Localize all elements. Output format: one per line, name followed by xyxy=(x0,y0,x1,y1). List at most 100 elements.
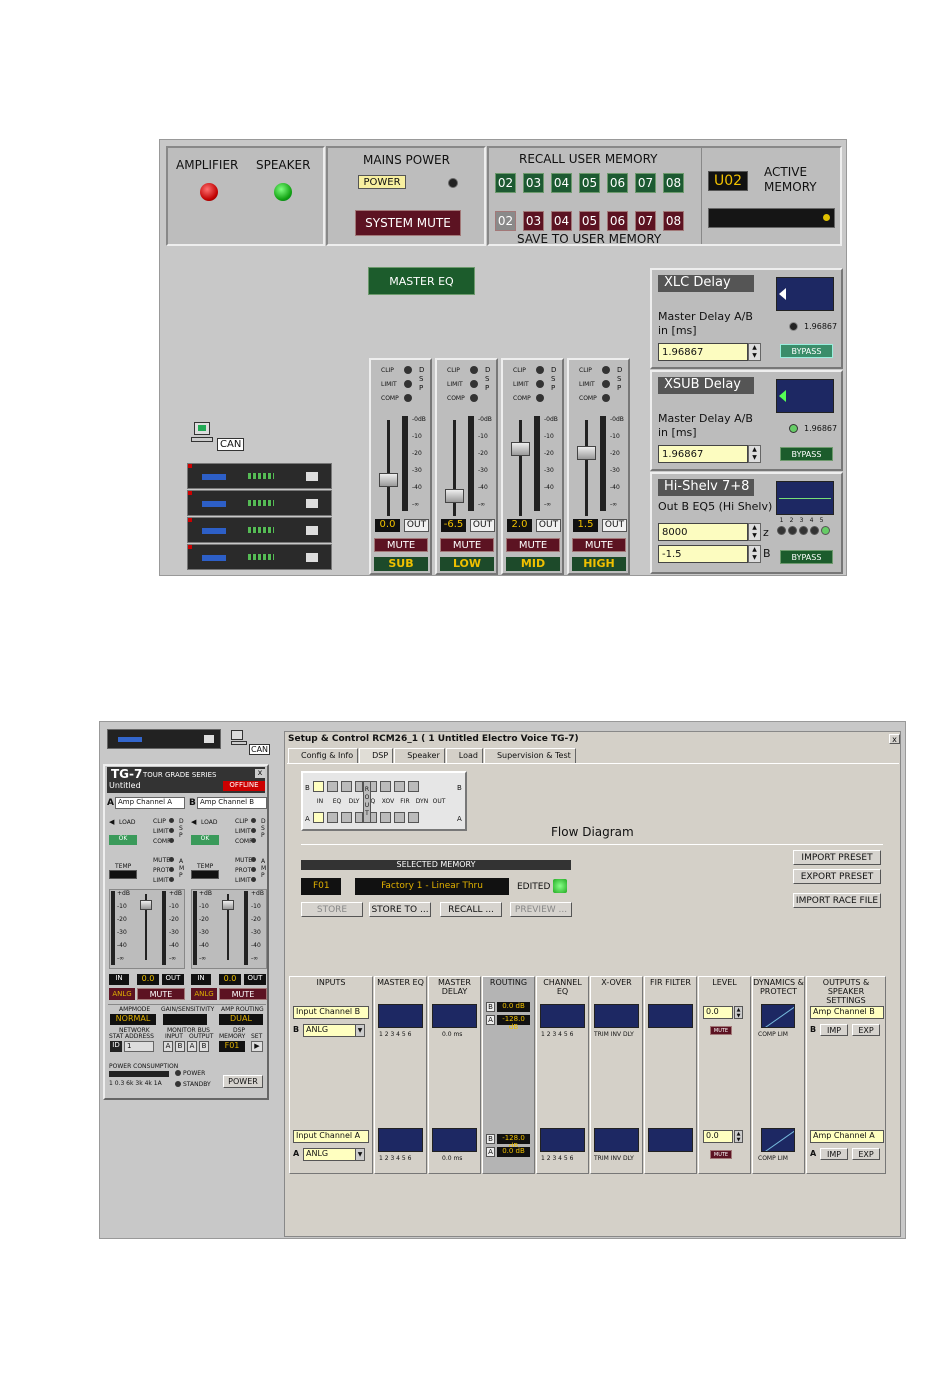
routing-value[interactable]: DUAL xyxy=(219,1014,263,1025)
row_b-level-spinner[interactable]: ▲ ▼ xyxy=(734,1006,743,1019)
monitor-tag-2[interactable]: A xyxy=(187,1041,197,1052)
tab-config-info[interactable]: Config & Info xyxy=(288,748,359,763)
import-preset-button[interactable]: IMPORT PRESET xyxy=(793,850,881,865)
monitor-tag-0[interactable]: A xyxy=(163,1041,173,1052)
row_b-channel-eq-display[interactable] xyxy=(540,1004,585,1028)
system-mute-button[interactable]: SYSTEM MUTE xyxy=(355,210,461,236)
hishelv-gain-spinner[interactable]: ▲ ▼ xyxy=(748,545,761,563)
set-arrow-button[interactable]: ▶ xyxy=(251,1041,263,1052)
monitor-tag-3[interactable]: B xyxy=(199,1041,209,1052)
hishelv-freq-field[interactable]: 8000 xyxy=(658,523,748,541)
save-slot-02[interactable]: 02 xyxy=(495,211,516,231)
row_a-channel-eq-display[interactable] xyxy=(540,1128,585,1152)
flow-node[interactable] xyxy=(341,781,352,792)
row_b-imp-button[interactable]: IMP xyxy=(820,1024,848,1036)
band-led-1[interactable] xyxy=(777,526,786,535)
tg7-close-icon[interactable]: x xyxy=(255,769,265,778)
flow-node[interactable] xyxy=(327,812,338,823)
fader-mute-button[interactable]: MUTE xyxy=(572,538,626,552)
xlc-value-field[interactable]: 1.96867 xyxy=(658,343,748,361)
flow-node[interactable] xyxy=(313,812,324,823)
fader-mute-button[interactable]: MUTE xyxy=(440,538,494,552)
fader-knob[interactable] xyxy=(445,488,464,503)
row_a-level-field[interactable]: 0.0 xyxy=(703,1130,733,1143)
flow-node[interactable] xyxy=(394,781,405,792)
row_b-mute-button[interactable]: MUTE xyxy=(710,1026,732,1035)
flow-node[interactable] xyxy=(313,781,324,792)
fader-mute-button[interactable]: MUTE xyxy=(506,538,560,552)
monitor-tag-1[interactable]: B xyxy=(175,1041,185,1052)
hishelv-freq-spinner[interactable]: ▲ ▼ xyxy=(748,523,761,541)
xsub-bypass-button[interactable]: BYPASS xyxy=(780,447,833,461)
flow-node[interactable] xyxy=(380,812,391,823)
row_a-exp-button[interactable]: EXP xyxy=(852,1148,880,1160)
xsub-spinner[interactable]: ▲ ▼ xyxy=(748,445,761,463)
master-eq-button[interactable]: MASTER EQ xyxy=(368,267,475,295)
flow-node[interactable] xyxy=(341,812,352,823)
save-slot-05[interactable]: 05 xyxy=(579,211,600,231)
flow-node[interactable] xyxy=(355,781,363,792)
flow-node[interactable] xyxy=(380,781,391,792)
save-slot-06[interactable]: 06 xyxy=(607,211,628,231)
tg7-mute-button[interactable]: MUTE xyxy=(219,988,267,1000)
hishelv-bypass-button[interactable]: BYPASS xyxy=(780,550,833,564)
recall-slot-03[interactable]: 03 xyxy=(523,173,544,193)
tg7-mute-button[interactable]: MUTE xyxy=(137,988,185,1000)
store-button[interactable]: STORE xyxy=(301,902,363,917)
preview-button[interactable]: PREVIEW ... xyxy=(510,902,572,917)
row_a-dynamics-display[interactable] xyxy=(761,1128,795,1152)
flow-node[interactable] xyxy=(327,781,338,792)
window-close-button[interactable]: x xyxy=(889,734,900,744)
tab-load[interactable]: Load xyxy=(445,748,483,763)
import-race-button[interactable]: IMPORT RACE FILE xyxy=(793,893,881,908)
row_b-level-field[interactable]: 0.0 xyxy=(703,1006,733,1019)
row_b-source-chevron-icon[interactable]: ▼ xyxy=(355,1024,365,1037)
fader-knob[interactable] xyxy=(511,441,530,456)
flow-node[interactable] xyxy=(394,812,405,823)
recall-slot-06[interactable]: 06 xyxy=(607,173,628,193)
tg7-fader-knob[interactable] xyxy=(222,900,234,910)
row_a-level-spinner[interactable]: ▲ ▼ xyxy=(734,1130,743,1143)
band-led-4[interactable] xyxy=(810,526,819,535)
power-button[interactable]: POWER xyxy=(223,1075,263,1088)
band-led-5[interactable] xyxy=(821,526,830,535)
row_b-exp-button[interactable]: EXP xyxy=(852,1024,880,1036)
band-led-3[interactable] xyxy=(799,526,808,535)
row_a-delay-display[interactable] xyxy=(432,1128,477,1152)
recall-slot-05[interactable]: 05 xyxy=(579,173,600,193)
export-preset-button[interactable]: EXPORT PRESET xyxy=(793,869,881,884)
row_a-mute-button[interactable]: MUTE xyxy=(710,1150,732,1159)
flow-node[interactable] xyxy=(355,812,363,823)
address-field[interactable]: 1 xyxy=(124,1041,154,1052)
row_a-xover-display[interactable] xyxy=(594,1128,639,1152)
fader-knob[interactable] xyxy=(379,473,398,488)
flow-node[interactable] xyxy=(408,781,419,792)
row_b-dynamics-display[interactable] xyxy=(761,1004,795,1028)
band-led-2[interactable] xyxy=(788,526,797,535)
row_a-fir-display[interactable] xyxy=(648,1128,693,1152)
recall-slot-02[interactable]: 02 xyxy=(495,173,516,193)
save-slot-08[interactable]: 08 xyxy=(663,211,684,231)
fader-mute-button[interactable]: MUTE xyxy=(374,538,428,552)
recall-slot-04[interactable]: 04 xyxy=(551,173,572,193)
xlc-bypass-button[interactable]: BYPASS xyxy=(780,344,833,358)
recall-slot-08[interactable]: 08 xyxy=(663,173,684,193)
row_b-master-eq-display[interactable] xyxy=(378,1004,423,1028)
hishelv-gain-field[interactable]: -1.5 xyxy=(658,545,748,563)
save-slot-03[interactable]: 03 xyxy=(523,211,544,231)
save-slot-07[interactable]: 07 xyxy=(635,211,656,231)
gain-value[interactable] xyxy=(163,1014,207,1025)
row_b-xover-display[interactable] xyxy=(594,1004,639,1028)
tg7-fader-knob[interactable] xyxy=(140,900,152,910)
flow-node[interactable] xyxy=(408,812,419,823)
tab-dsp[interactable]: DSP xyxy=(359,748,394,763)
recall-slot-07[interactable]: 07 xyxy=(635,173,656,193)
ampmode-value[interactable]: NORMAL xyxy=(110,1014,156,1025)
recall-button[interactable]: RECALL ... xyxy=(440,902,502,917)
fader-knob[interactable] xyxy=(577,445,596,460)
save-slot-04[interactable]: 04 xyxy=(551,211,572,231)
store-to-button[interactable]: STORE TO ... xyxy=(369,902,431,917)
row_a-imp-button[interactable]: IMP xyxy=(820,1148,848,1160)
tab-speaker[interactable]: Speaker xyxy=(394,748,445,763)
xlc-spinner[interactable]: ▲ ▼ xyxy=(748,343,761,361)
